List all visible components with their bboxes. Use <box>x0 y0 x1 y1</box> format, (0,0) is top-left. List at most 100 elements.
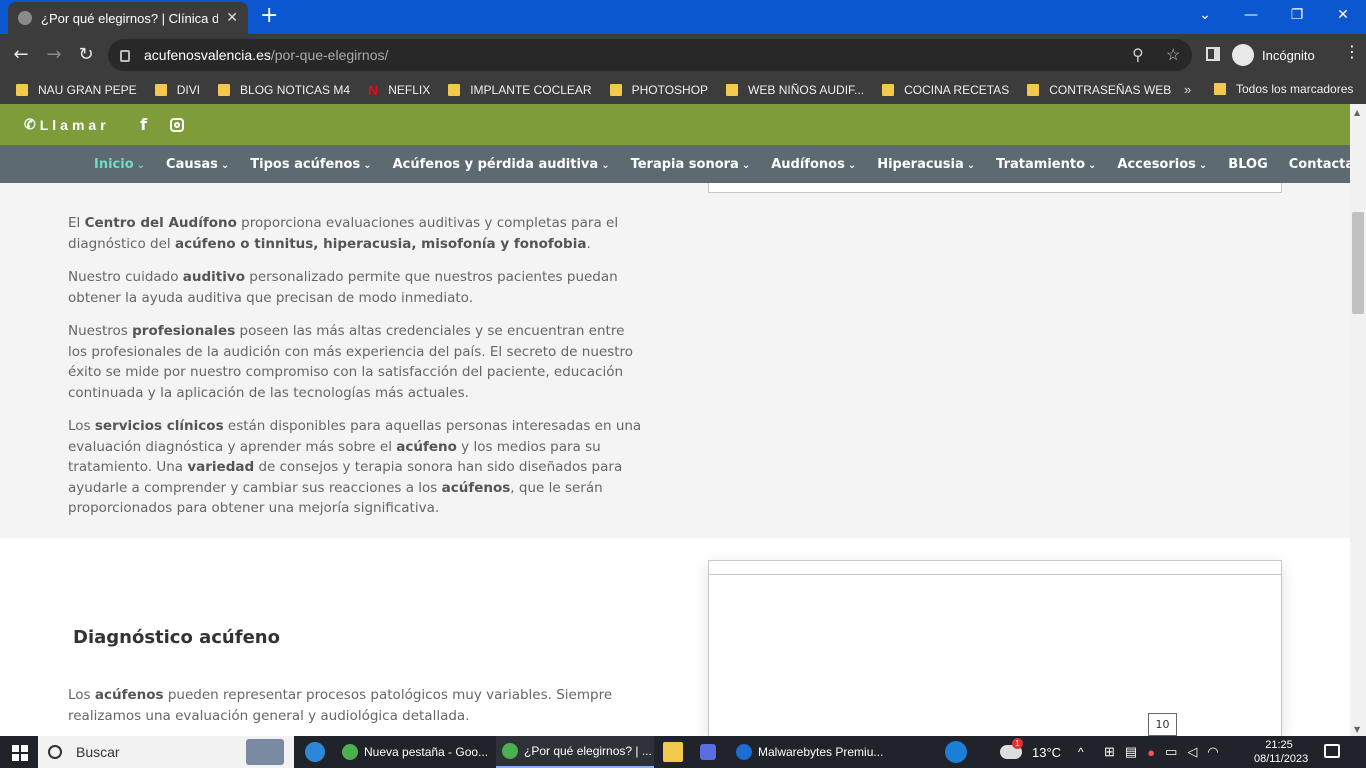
weather-badge: 1 <box>1012 738 1023 749</box>
clinic-info-section: El Centro del Audífono proporciona evalu… <box>0 183 1350 538</box>
url-path: /por-que-elegirnos/ <box>270 47 389 63</box>
windows-taskbar: Buscar Nueva pestaña - Goo... ¿Por qué e… <box>0 736 1366 768</box>
tray-icons[interactable]: ⊞ ▤ ● ▭ ◁ ◠ <box>1104 736 1219 768</box>
close-window-button[interactable]: ✕ <box>1320 0 1366 30</box>
taskbar-app[interactable]: Malwarebytes Premiu... <box>730 736 890 768</box>
security-icon[interactable]: ● <box>1147 745 1155 760</box>
phone-icon: ✆ <box>24 116 36 132</box>
all-bookmarks-folder[interactable]: Todos los marcadores <box>1214 82 1353 96</box>
taskbar-app[interactable]: Nueva pestaña - Goo... <box>336 736 490 768</box>
clinic-info-text: El Centro del Audífono proporciona evalu… <box>68 213 646 532</box>
diagnosis-section: Diagnóstico acúfeno Los acúfenos pueden … <box>0 538 1350 736</box>
broken-image <box>708 560 1282 736</box>
nav-item[interactable]: Accesorios ⌄ <box>1117 157 1207 172</box>
edge-icon[interactable] <box>305 742 325 762</box>
tray-chevron-icon[interactable]: ^ <box>1078 736 1084 768</box>
tab-title: ¿Por qué elegirnos? | Clínica del <box>41 10 219 26</box>
nav-item[interactable]: Audífonos ⌄ <box>771 157 856 172</box>
bookmark-item[interactable]: DIVI <box>154 83 200 97</box>
incognito-indicator[interactable]: Incógnito <box>1232 40 1315 70</box>
nav-item[interactable]: Hiperacusia ⌄ <box>877 157 975 172</box>
folder-icon <box>154 84 167 96</box>
netflix-icon: N <box>368 82 379 98</box>
bookmark-item[interactable]: COCINA RECETAS <box>882 83 1009 97</box>
temperature: 13°C <box>1032 744 1062 760</box>
facebook-icon[interactable]: f <box>136 115 152 134</box>
paragraph: El Centro del Audífono proporciona evalu… <box>68 215 619 252</box>
app-icon[interactable] <box>700 744 716 760</box>
chrome-icon <box>342 744 358 760</box>
windows-start-icon[interactable] <box>12 745 28 761</box>
folder-icon <box>16 84 28 96</box>
browser-menu-icon[interactable]: ⋮ <box>1344 42 1360 61</box>
network-settings-icon[interactable]: ⊞ <box>1104 744 1115 760</box>
taskbar-search[interactable]: Buscar <box>38 736 294 768</box>
counter-badge: 10 <box>1148 713 1177 736</box>
tab-close-icon[interactable]: ✕ <box>226 10 238 26</box>
restore-button[interactable]: ❐ <box>1274 0 1320 30</box>
file-explorer-icon[interactable] <box>663 742 683 762</box>
incognito-label: Incógnito <box>1262 47 1315 63</box>
scrollbar-thumb[interactable] <box>1352 212 1364 314</box>
chrome-icon <box>502 743 518 759</box>
new-tab-button[interactable]: + <box>260 4 278 28</box>
nav-item[interactable]: Causas ⌄ <box>166 157 229 172</box>
bookmark-star-icon[interactable]: ☆ <box>1166 45 1180 65</box>
paragraph: Nuestro cuidado auditivo personalizado p… <box>68 269 618 306</box>
folder-icon <box>218 84 231 96</box>
nav-item[interactable]: Acúfenos y pérdida auditiva ⌄ <box>393 157 610 172</box>
folder-icon <box>448 84 461 96</box>
reload-icon[interactable]: ↻ <box>73 42 99 68</box>
broken-image <box>708 183 1282 193</box>
forward-arrow-icon[interactable]: → <box>41 42 67 68</box>
taskbar-app-active[interactable]: ¿Por qué elegirnos? | ... <box>496 736 654 768</box>
back-arrow-icon[interactable]: ← <box>8 42 34 68</box>
bookmark-item[interactable]: NAU GRAN PEPE <box>16 83 137 97</box>
search-label: Buscar <box>76 744 120 760</box>
nav-item[interactable]: Terapia sonora ⌄ <box>631 157 751 172</box>
folder-icon <box>609 84 622 96</box>
nav-item[interactable]: BLOG <box>1228 157 1267 172</box>
scroll-up-icon[interactable]: ▲ <box>1354 108 1360 117</box>
instagram-icon[interactable] <box>169 117 184 132</box>
diagnosis-text: Los acúfenos pueden representar procesos… <box>68 685 646 736</box>
tab-search-chevron-icon[interactable]: ⌄ <box>1182 0 1228 30</box>
address-bar[interactable]: acufenosvalencia.es/por-que-elegirnos/ ⚲… <box>108 39 1192 71</box>
site-top-bar: ✆ Llamar f <box>0 104 1350 145</box>
bookmark-item[interactable]: N NEFLIX <box>368 82 430 98</box>
call-label: Llamar <box>39 116 110 133</box>
chevron-down-icon: ⌄ <box>966 159 976 171</box>
zoom-icon[interactable]: ⚲ <box>1132 45 1144 65</box>
bookmark-item[interactable]: BLOG NOTICAS M4 <box>218 83 350 97</box>
system-clock[interactable]: 21:25 08/11/2023 <box>1254 738 1308 766</box>
minimize-button[interactable]: — <box>1228 0 1274 30</box>
bookmark-item[interactable]: PHOTOSHOP <box>609 83 708 97</box>
nav-item[interactable]: Inicio ⌄ <box>94 157 145 172</box>
bookmark-item[interactable]: CONTRASEÑAS WEB <box>1027 83 1171 97</box>
notifications-icon[interactable] <box>1324 744 1340 758</box>
call-button[interactable]: ✆ Llamar <box>24 116 110 133</box>
page-scrollbar[interactable]: ▲ ▼ <box>1350 104 1366 736</box>
bookmarks-overflow-button[interactable]: » <box>1184 82 1191 97</box>
volume-icon[interactable]: ◁ <box>1187 744 1197 760</box>
help-icon[interactable] <box>945 741 967 763</box>
keyboard-icon[interactable]: ▤ <box>1125 744 1137 760</box>
nav-item[interactable]: Tipos acúfenos ⌄ <box>250 157 371 172</box>
battery-icon[interactable]: ▭ <box>1165 744 1177 760</box>
chevron-down-icon: ⌄ <box>136 159 146 171</box>
bookmark-item[interactable]: WEB NIÑOS AUDIF... <box>726 83 864 97</box>
site-favicon-icon <box>18 11 32 25</box>
bookmarks-bar: NAU GRAN PEPE DIVI BLOG NOTICAS M4 N NEFL… <box>0 76 1366 104</box>
clock-time: 21:25 <box>1265 739 1293 751</box>
incognito-icon <box>1232 44 1254 66</box>
paragraph: Los acúfenos pueden representar procesos… <box>68 687 613 724</box>
lock-icon[interactable] <box>120 50 130 62</box>
scroll-down-icon[interactable]: ▼ <box>1354 725 1360 734</box>
bookmark-item[interactable]: IMPLANTE COCLEAR <box>448 83 592 97</box>
folder-icon <box>882 84 895 96</box>
side-panel-icon[interactable] <box>1206 47 1220 61</box>
weather-widget[interactable]: 1 13°C <box>1000 736 1061 768</box>
browser-tab-active[interactable]: ¿Por qué elegirnos? | Clínica del ✕ <box>8 2 248 34</box>
wifi-icon[interactable]: ◠ <box>1207 744 1218 760</box>
nav-item[interactable]: Tratamiento ⌄ <box>996 157 1096 172</box>
